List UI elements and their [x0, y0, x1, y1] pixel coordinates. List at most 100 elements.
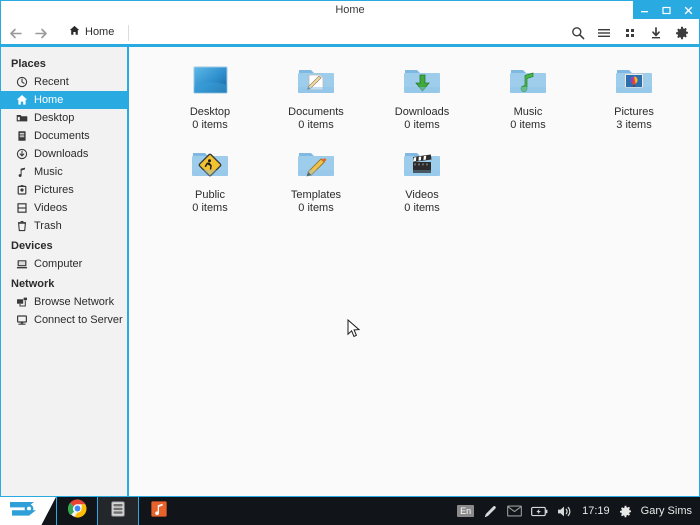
file-item-videos[interactable]: Videos 0 items	[369, 140, 475, 215]
zorin-logo-icon	[8, 499, 42, 524]
chrome-icon	[67, 499, 87, 523]
taskbar-item-chrome[interactable]	[57, 497, 97, 525]
file-name: Downloads	[394, 106, 450, 118]
gear-icon[interactable]	[669, 19, 695, 47]
sidebar-item-pictures[interactable]: Pictures	[1, 181, 127, 199]
file-count: 0 items	[192, 119, 228, 131]
folder-pictures-icon	[610, 61, 658, 103]
language-indicator[interactable]: En	[457, 505, 475, 517]
sidebar: Places Recent Home Desktop Documents Dow…	[1, 47, 129, 496]
sidebar-item-home[interactable]: Home	[1, 91, 127, 109]
minimize-button[interactable]	[633, 1, 655, 19]
file-grid: Desktop 0 items Documents 0 items Downlo…	[129, 47, 699, 215]
desktop-folder-icon	[15, 112, 28, 125]
sidebar-item-connect-to-server[interactable]: Connect to Server	[1, 311, 127, 329]
folder-downloads-icon	[398, 61, 446, 103]
sidebar-item-label: Downloads	[34, 148, 89, 160]
sidebar-heading-network: Network	[11, 278, 55, 290]
taskbar-item-music-player[interactable]	[139, 497, 179, 525]
sidebar-item-label: Desktop	[34, 112, 75, 124]
file-name: Music	[513, 106, 543, 118]
close-button[interactable]	[677, 1, 699, 19]
file-count: 3 items	[616, 119, 652, 131]
folder-videos-icon	[398, 144, 446, 186]
search-icon[interactable]	[565, 19, 591, 47]
sidebar-item-downloads[interactable]: Downloads	[1, 145, 127, 163]
volume-icon[interactable]	[557, 505, 573, 518]
sidebar-item-computer[interactable]: Computer	[1, 255, 127, 273]
sidebar-item-recent[interactable]: Recent	[1, 73, 127, 91]
file-name: Templates	[290, 189, 342, 201]
file-item-pictures[interactable]: Pictures 3 items	[581, 57, 687, 132]
folder-public-icon	[186, 144, 234, 186]
sidebar-item-music[interactable]: Music	[1, 163, 127, 181]
battery-icon[interactable]	[531, 506, 548, 517]
list-view-icon[interactable]	[591, 19, 617, 47]
pictures-icon	[15, 184, 28, 197]
file-name: Documents	[288, 106, 344, 118]
file-name: Pictures	[614, 106, 654, 118]
clock[interactable]: 17:19	[582, 505, 610, 517]
computer-icon	[15, 258, 28, 271]
navigation-arrows	[1, 19, 55, 47]
file-item-music[interactable]: Music 0 items	[475, 57, 581, 132]
sidebar-item-documents[interactable]: Documents	[1, 127, 127, 145]
forward-button[interactable]	[33, 25, 49, 41]
back-button[interactable]	[7, 25, 23, 41]
clock-icon	[15, 76, 28, 89]
download-icon[interactable]	[643, 19, 669, 47]
tab-label: Home	[85, 25, 115, 38]
titlebar: Home	[1, 1, 699, 19]
file-name: Videos	[405, 189, 439, 201]
screen: Home Home Places Recent Home Desktop Doc…	[0, 0, 700, 525]
download-circle-icon	[15, 148, 28, 161]
toolbar-actions	[565, 19, 699, 47]
sidebar-item-browse-network[interactable]: Browse Network	[1, 293, 127, 311]
file-grid-area[interactable]: Desktop 0 items Documents 0 items Downlo…	[129, 47, 699, 496]
file-item-downloads[interactable]: Downloads 0 items	[369, 57, 475, 132]
window-body: Places Recent Home Desktop Documents Dow…	[1, 47, 699, 496]
toolbar: Home	[1, 19, 699, 47]
pen-icon[interactable]	[483, 504, 498, 519]
tab-home[interactable]: Home	[55, 19, 129, 47]
mail-icon[interactable]	[507, 505, 523, 517]
file-item-documents[interactable]: Documents 0 items	[263, 57, 369, 132]
trash-icon	[15, 220, 28, 233]
gear-icon[interactable]	[619, 505, 632, 518]
sidebar-item-label: Recent	[34, 76, 69, 88]
sidebar-item-label: Music	[34, 166, 63, 178]
file-item-desktop[interactable]: Desktop 0 items	[157, 57, 263, 132]
file-count: 0 items	[298, 119, 334, 131]
file-item-templates[interactable]: Templates 0 items	[263, 140, 369, 215]
file-count: 0 items	[298, 202, 334, 214]
file-item-public[interactable]: Public 0 items	[157, 140, 263, 215]
videos-icon	[15, 202, 28, 215]
start-menu-button[interactable]	[0, 497, 56, 525]
sidebar-item-label: Connect to Server	[34, 314, 123, 326]
window-title: Home	[335, 4, 365, 16]
folder-templates-icon	[292, 144, 340, 186]
file-name: Desktop	[189, 106, 231, 118]
sidebar-item-label: Browse Network	[34, 296, 115, 308]
tabstrip: Home	[55, 19, 130, 47]
maximize-button[interactable]	[655, 1, 677, 19]
sidebar-item-trash[interactable]: Trash	[1, 217, 127, 235]
user-name[interactable]: Gary Sims	[641, 505, 692, 517]
taskbar: En 17:19 Gary Sims	[0, 497, 700, 525]
sidebar-item-desktop[interactable]: Desktop	[1, 109, 127, 127]
grid-view-icon[interactable]	[617, 19, 643, 47]
sidebar-item-videos[interactable]: Videos	[1, 199, 127, 217]
sidebar-heading-places: Places	[11, 58, 46, 70]
system-tray: En 17:19 Gary Sims	[457, 504, 700, 519]
home-icon	[69, 25, 80, 39]
music-note-icon	[15, 166, 28, 179]
file-count: 0 items	[510, 119, 546, 131]
sidebar-item-label: Computer	[34, 258, 83, 270]
sidebar-item-label: Trash	[34, 220, 62, 232]
window-controls	[633, 1, 699, 19]
file-count: 0 items	[404, 202, 440, 214]
home-icon	[15, 94, 28, 107]
folder-music-icon	[504, 61, 552, 103]
sidebar-item-label: Documents	[34, 130, 90, 142]
taskbar-item-file-manager[interactable]	[98, 497, 138, 525]
